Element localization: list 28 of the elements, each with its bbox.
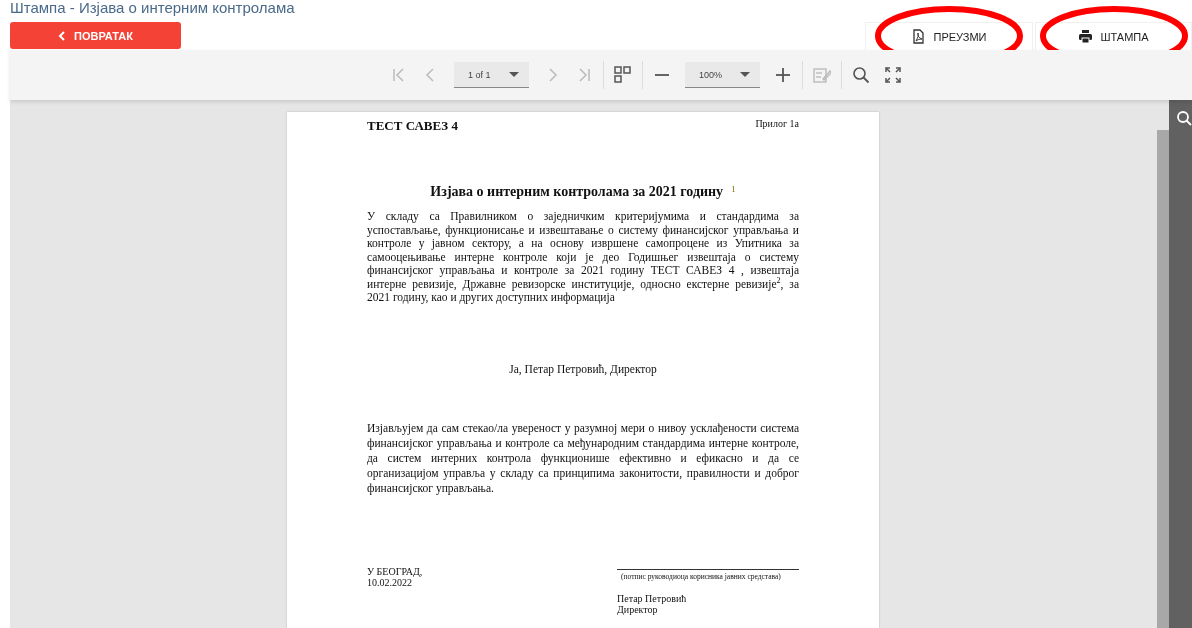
paragraph: У складу са Правилником о заједничким критеријумима и стандардима за успостављање, функционисање и извештавање о систему финансијског управљања и контроле у јавном сектору, а на основу извршене самопроцене из Упитника за самооцењивање интерне контроле који је део Годишњег извештаја о систему финансијског управљања и контроле за 2021 годину ТЕСТ САВЕЗ 4 , извештаја интерне ревизије, Државне ревизорске институције, односно екстерне ревизије$^{2}$, за 2021 годину, као и других доступних информација [367,210,799,305]
grid-icon[interactable] [614,66,632,84]
zoom-select[interactable]: 100% [685,62,760,88]
place-label: У БЕОГРАД, [367,565,424,577]
paragraph: Изјављујем да сам стекао/ла увереност у разумној мери о нивоу усклађености система финансијског управљања и контроле са међународним стандардима интерне контроле, да систем интерних контрола функционише ефективно и ефикасно и да се организацијом управља у складу са принципима законитости, правилности и доброг финансијског управљања. [367,420,799,496]
caret-down-icon [509,71,519,78]
search-icon[interactable] [852,66,870,84]
signer-role: Директор [617,603,658,615]
fullscreen-icon[interactable] [884,66,902,84]
back-button[interactable]: ПОВРАТАК [10,22,181,49]
caret-down-icon [740,71,750,78]
file-icon [911,29,927,44]
search-icon[interactable] [1176,110,1192,126]
organization-name: ТЕСТ САВЕЗ 4 [367,118,458,134]
printer-icon [1078,29,1094,44]
signer-name: Петар Петровић [617,592,688,604]
download-button[interactable]: ПРЕУЗМИ [865,22,1033,50]
date-label: 10.02.2022 [367,576,412,588]
plus-icon[interactable] [774,66,792,84]
page-select[interactable]: 1 of 1 [454,62,529,88]
chevron-left-icon [58,29,67,42]
footnote-mark: 1 [731,184,736,196]
annex-label: Прилог 1а [755,118,799,129]
page-title: Штампа - Изјава о интерним контролама [9,0,296,18]
scrollbar[interactable] [1157,130,1169,628]
print-button[interactable]: ШТАМПА [1035,22,1192,50]
signatory-line: Ја, Петар Петровић, Директор [508,362,658,375]
document-title: Изјава о интерним контролама за 2021 годину [430,184,724,200]
